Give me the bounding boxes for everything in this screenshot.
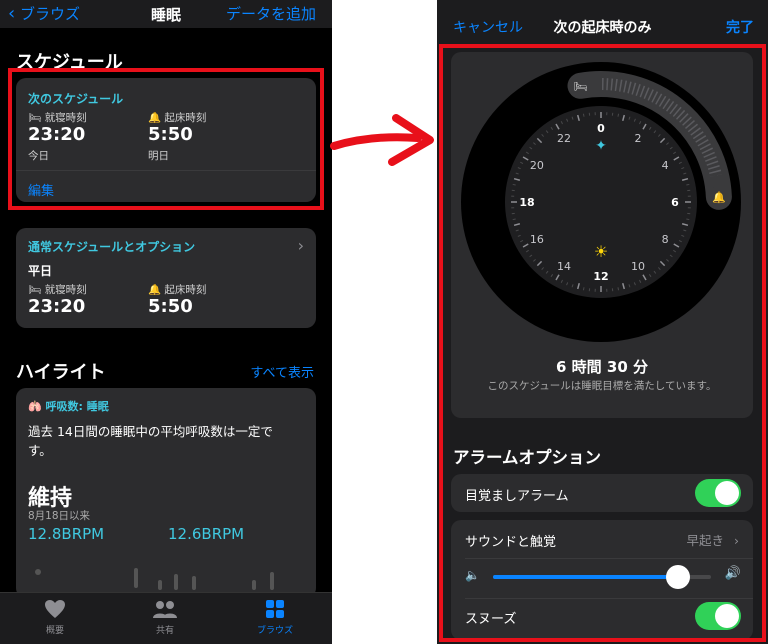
highlight-card[interactable]: 🫁 呼吸数: 睡眠 過去 14日間の睡眠中の平均呼吸数は一定です。 維持 8月1… <box>16 388 316 598</box>
grid-icon <box>266 600 284 618</box>
highlight-frame <box>8 68 324 210</box>
arrow-right-icon <box>330 114 434 166</box>
weekday-label: 平日 <box>28 264 53 278</box>
tab-bar: 概要 共有 ブラウズ <box>0 592 332 644</box>
chevron-right-icon: › <box>297 236 304 255</box>
bed-icon: 🛏 <box>28 284 42 296</box>
respiratory-mini-chart <box>35 568 274 590</box>
sheet-title: 次の起床時のみ <box>553 20 652 36</box>
nav-bar: ‹ ブラウズ 睡眠 データを追加 <box>0 0 332 28</box>
right-screenshot: キャンセル 次の起床時のみ 完了 🛏 🔔 0 2 4 6 8 10 12 14 16 18 20 22… <box>437 0 768 644</box>
regular-wake-time: 5:50 <box>148 296 193 317</box>
tab-summary[interactable]: 概要 <box>20 599 90 636</box>
wake-label: 起床時刻 <box>164 284 207 296</box>
value-1: 12.8BRPM <box>28 525 105 543</box>
lungs-icon: 🫁 <box>28 400 42 413</box>
tab-browse[interactable]: ブラウズ <box>240 599 310 636</box>
bed-label: 就寝時刻 <box>44 284 87 296</box>
tab-sharing[interactable]: 共有 <box>130 599 200 636</box>
tab-sharing-label: 共有 <box>155 626 174 636</box>
heart-icon <box>45 600 65 618</box>
people-icon <box>153 601 177 618</box>
highlight-tag: 呼吸数: 睡眠 <box>45 400 109 413</box>
tab-browse-label: ブラウズ <box>256 626 293 636</box>
regular-schedule-title: 通常スケジュールとオプション <box>28 240 196 254</box>
regular-schedule-card[interactable]: 通常スケジュールとオプション › 平日 🛏 就寝時刻 23:20 🔔 起床時刻 … <box>16 228 316 328</box>
bell-icon: 🔔 <box>148 284 162 296</box>
highlight-text: 過去 14日間の睡眠中の平均呼吸数は一定です。 <box>28 424 273 458</box>
highlights-heading: ハイライト <box>16 362 106 383</box>
show-all-link[interactable]: すべて表示 <box>250 362 314 381</box>
highlight-frame <box>439 44 766 642</box>
left-screenshot: ‹ ブラウズ 睡眠 データを追加 スケジュール 次のスケジュール 🛏 就寝時刻 … <box>0 0 332 644</box>
value-2: 12.6BRPM <box>168 525 245 543</box>
highlight-since: 8月18日以来 <box>28 510 91 522</box>
regular-bed-time: 23:20 <box>28 296 86 317</box>
done-button[interactable]: 完了 <box>726 17 754 37</box>
tab-summary-label: 概要 <box>45 626 64 636</box>
add-data-button[interactable]: データを追加 <box>226 3 316 24</box>
